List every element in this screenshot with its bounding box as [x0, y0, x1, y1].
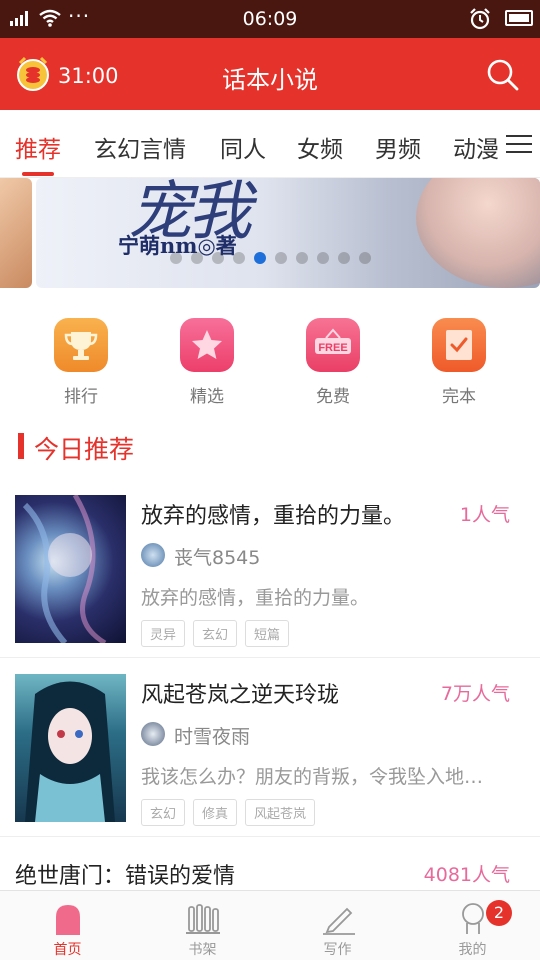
free-tag-icon: FREE [306, 318, 360, 372]
banner-carousel[interactable]: 宠我 宁萌nm◎著 [0, 178, 540, 288]
carousel-dot[interactable] [191, 252, 203, 264]
quick-link-ranking[interactable]: 排行 [53, 318, 109, 407]
tab-fanfic[interactable]: 同人 [220, 130, 266, 164]
bookshelf-icon [185, 901, 220, 935]
book-title[interactable]: 风起苍岚之逆天玲珑 [141, 677, 339, 709]
banner-portrait [416, 178, 540, 288]
quick-link-completed[interactable]: 完本 [431, 318, 487, 407]
carousel-dot[interactable] [275, 252, 287, 264]
book-title[interactable]: 绝世唐门：错误的爱情 [15, 858, 235, 890]
book-description: 放弃的感情，重拾的力量。 [141, 587, 370, 609]
quick-link-label: 精选 [190, 387, 224, 407]
carousel-dot[interactable] [296, 252, 308, 264]
tab-female[interactable]: 女频 [297, 130, 343, 164]
book-popularity: 7万人气 [440, 683, 510, 705]
book-tag[interactable]: 风起苍岚 [245, 799, 316, 826]
nav-bookshelf[interactable]: 书架 [135, 891, 270, 961]
nav-write[interactable]: 写作 [270, 891, 405, 961]
free-tag-text: FREE [318, 342, 347, 354]
carousel-indicator [170, 252, 371, 264]
book-list-item[interactable]: 放弃的感情，重拾的力量。 1人气 丧气8545 放弃的感情，重拾的力量。 灵异 … [0, 480, 540, 658]
app-header: 31:00 话本小说 [0, 38, 540, 110]
tab-male[interactable]: 男频 [375, 130, 421, 164]
book-list-item[interactable]: 风起苍岚之逆天玲珑 7万人气 时雪夜雨 我该怎么办？朋友的背叛，令我坠入地… 玄… [0, 659, 540, 837]
book-tag[interactable]: 短篇 [245, 620, 290, 647]
pen-icon [321, 901, 355, 935]
quick-link-label: 排行 [64, 387, 98, 407]
quick-link-label: 完本 [442, 387, 476, 407]
book-author[interactable]: 丧气8545 [174, 543, 260, 570]
status-bar: ··· 06:09 [0, 0, 540, 38]
book-author[interactable]: 时雪夜雨 [174, 722, 250, 749]
banner-prev-card[interactable] [0, 178, 32, 288]
quick-links: 排行 精选 FREE 免费 完本 [0, 318, 540, 408]
nav-label: 首页 [53, 942, 82, 958]
book-tags: 玄幻 修真 风起苍岚 [141, 799, 316, 826]
star-icon [180, 318, 234, 372]
book-tag[interactable]: 玄幻 [193, 620, 238, 647]
app-title: 话本小说 [222, 66, 318, 94]
tab-recommend[interactable]: 推荐 [15, 130, 61, 164]
home-icon [51, 901, 85, 935]
search-icon[interactable] [486, 58, 520, 92]
nav-profile[interactable]: 我的 [405, 891, 540, 961]
status-time: 06:09 [242, 8, 298, 30]
book-popularity: 4081人气 [423, 864, 510, 886]
nav-label: 写作 [323, 942, 352, 958]
alarm-icon [470, 8, 490, 30]
book-tag[interactable]: 玄幻 [141, 799, 186, 826]
tab-anime[interactable]: 动漫 [453, 130, 499, 164]
carousel-dot[interactable] [359, 252, 371, 264]
book-tag[interactable]: 修真 [193, 799, 238, 826]
bottom-nav: 首页 书架 写作 我的 [0, 890, 540, 960]
quick-link-free[interactable]: FREE 免费 [305, 318, 361, 407]
carousel-dot[interactable] [254, 252, 266, 264]
menu-icon[interactable] [506, 134, 532, 154]
section-accent-bar [18, 433, 24, 459]
profile-icon [456, 901, 490, 935]
author-avatar [141, 722, 165, 746]
book-cover[interactable] [15, 495, 126, 643]
book-description: 我该怎么办？朋友的背叛，令我坠入地… [141, 766, 484, 788]
battery-icon [505, 10, 533, 26]
trophy-icon [54, 318, 108, 372]
active-tab-indicator [22, 172, 54, 176]
category-tabs: 推荐 玄幻言情 同人 女频 男频 动漫 [0, 110, 540, 178]
author-avatar [141, 543, 165, 567]
quick-link-label: 免费 [316, 387, 350, 407]
carousel-dot[interactable] [338, 252, 350, 264]
book-title[interactable]: 放弃的感情，重拾的力量。 [141, 498, 405, 530]
section-title: 今日推荐 [34, 435, 135, 464]
carousel-dot[interactable] [170, 252, 182, 264]
nav-home[interactable]: 首页 [0, 891, 135, 961]
carousel-dot[interactable] [233, 252, 245, 264]
carousel-dot[interactable] [212, 252, 224, 264]
banner-card[interactable]: 宠我 宁萌nm◎著 [36, 178, 540, 288]
check-book-icon [432, 318, 486, 372]
book-popularity: 1人气 [459, 504, 510, 526]
book-cover[interactable] [15, 674, 126, 822]
tab-fantasy-romance[interactable]: 玄幻言情 [94, 130, 186, 164]
carousel-dot[interactable] [317, 252, 329, 264]
nav-label: 书架 [188, 942, 217, 958]
book-tags: 灵异 玄幻 短篇 [141, 620, 290, 647]
quick-link-featured[interactable]: 精选 [179, 318, 235, 407]
notification-badge: 2 [486, 900, 512, 926]
nav-label: 我的 [458, 942, 487, 958]
book-list-item[interactable]: 绝世唐门：错误的爱情 4081人气 [0, 838, 540, 890]
book-tag[interactable]: 灵异 [141, 620, 186, 647]
